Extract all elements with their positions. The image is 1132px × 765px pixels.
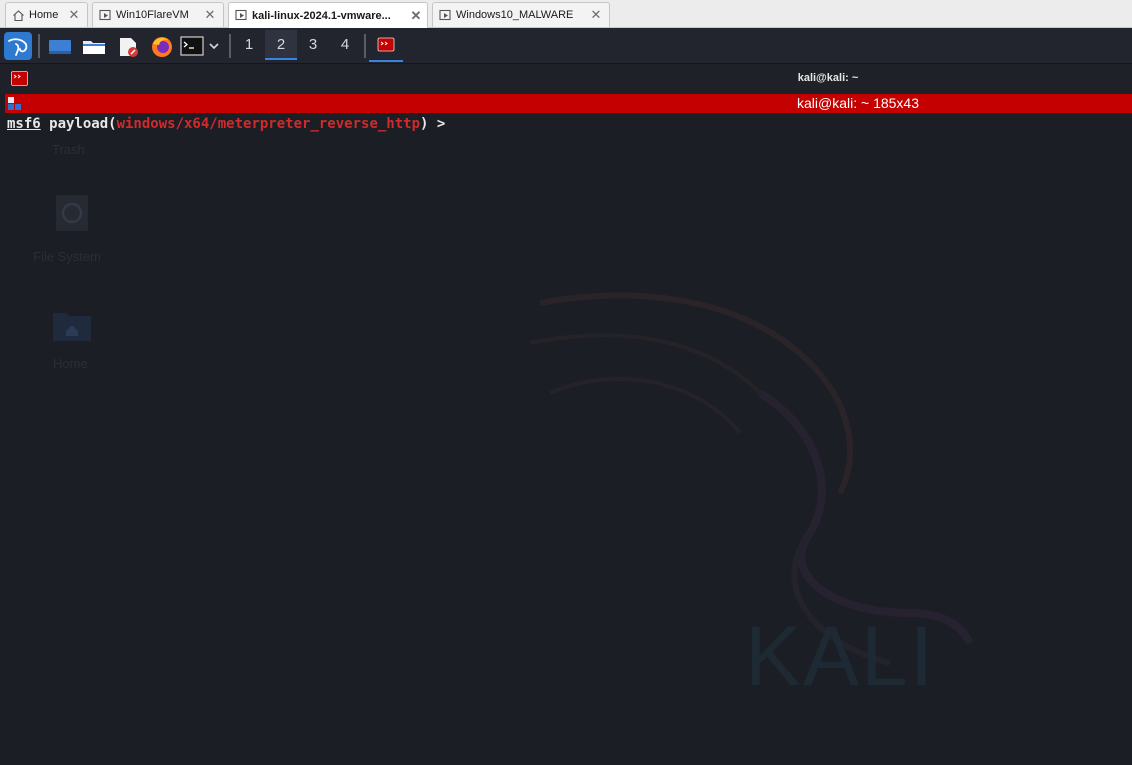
kali-menu-button[interactable]	[4, 32, 32, 60]
tab-label: Windows10_MALWARE	[456, 9, 574, 21]
terminal-tab-title: kali@kali: ~ 185x43	[797, 95, 920, 111]
terminal-tab-bar[interactable]: kali@kali: ~ 185x43	[5, 94, 1132, 113]
workspace-1[interactable]: 1	[233, 30, 265, 60]
terminal-icon	[180, 36, 204, 56]
prompt-payload: payload(	[40, 116, 117, 132]
text-editor-button[interactable]	[115, 32, 141, 60]
tab-win10flarevm[interactable]: Win10FlareVM ✕	[92, 2, 224, 27]
window-title: kali@kali: ~	[797, 72, 859, 84]
workspace-2[interactable]: 2	[265, 30, 297, 60]
workspace-label: 1	[244, 36, 254, 53]
terminal-button[interactable]	[180, 32, 204, 60]
desktop-icon-label: File System	[33, 249, 101, 264]
prompt-msf6: msf6	[7, 116, 41, 132]
close-icon[interactable]: ✕	[67, 8, 81, 22]
text-editor-icon	[120, 38, 138, 57]
close-icon[interactable]: ✕	[589, 8, 603, 22]
kali-watermark-text: KALI	[745, 609, 936, 703]
top-panel: 1 2 3 4	[0, 28, 1132, 64]
desktop-icon-label: Home	[53, 356, 88, 371]
prompt-module: windows/x64/meterpreter_reverse_http	[116, 116, 421, 132]
workspace-3[interactable]: 3	[297, 30, 329, 60]
panel-separator	[364, 34, 366, 58]
close-icon[interactable]: ✕	[203, 8, 217, 22]
home-folder-icon	[52, 309, 92, 343]
taskbar-terminal-window[interactable]	[369, 30, 403, 62]
terminal-area[interactable]: KALI Trash File System Home msf6 payload…	[0, 113, 1132, 765]
qterminal-icon	[377, 37, 395, 52]
prompt-end: ) >	[420, 116, 446, 132]
tab-label: Win10FlareVM	[116, 9, 189, 21]
kali-dragon-icon	[4, 32, 32, 60]
file-system-icon	[54, 195, 90, 237]
file-manager-button[interactable]	[81, 32, 107, 60]
tab-label: kali-linux-2024.1-vmware...	[252, 9, 391, 22]
msf-prompt: msf6 payload(windows/x64/meterpreter_rev…	[7, 115, 445, 133]
show-desktop-button[interactable]	[47, 32, 73, 60]
split-view-icon	[8, 97, 21, 110]
home-icon	[13, 9, 24, 21]
vm-icon	[235, 9, 247, 21]
workspace-4[interactable]: 4	[329, 30, 361, 60]
workspace-label: 2	[276, 36, 286, 53]
firefox-button[interactable]	[149, 32, 175, 60]
close-icon[interactable]: ✕	[409, 8, 423, 23]
panel-separator	[38, 34, 40, 58]
firefox-icon	[152, 37, 172, 57]
tab-label: Home	[29, 9, 59, 21]
workspace-label: 3	[308, 36, 318, 53]
workspace-label: 4	[340, 36, 350, 53]
desktop-icon-label: Trash	[52, 142, 85, 157]
folder-icon	[83, 41, 105, 54]
screen: Home ✕ Win10FlareVM ✕ kali-linux-2024.1-…	[0, 0, 1132, 765]
chevron-down-icon	[209, 43, 219, 50]
panel-separator	[229, 34, 231, 58]
vm-icon	[99, 9, 111, 20]
tab-windows10-malware[interactable]: Windows10_MALWARE ✕	[432, 2, 610, 27]
vm-tab-strip: Home ✕ Win10FlareVM ✕ kali-linux-2024.1-…	[0, 0, 1132, 28]
window-titlebar[interactable]: kali@kali: ~	[0, 64, 1132, 94]
tab-kali-linux[interactable]: kali-linux-2024.1-vmware... ✕	[228, 2, 428, 28]
vm-icon	[439, 9, 451, 20]
desktop-icon	[49, 40, 71, 54]
terminal-dropdown-button[interactable]	[206, 32, 222, 60]
tab-home[interactable]: Home ✕	[5, 2, 88, 27]
